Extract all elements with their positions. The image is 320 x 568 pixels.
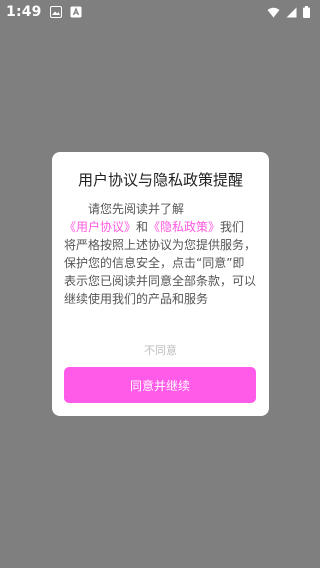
dialog-body: 请您先阅读并了解《用户协议》和《隐私政策》我们将严格按照上述协议为您提供服务，保… (64, 200, 256, 308)
body-conjunction: 和 (136, 220, 149, 234)
accept-button[interactable]: 同意并继续 (64, 367, 256, 403)
status-time: 1:49 (6, 4, 42, 20)
gallery-icon (49, 6, 62, 18)
signal-icon (286, 7, 297, 18)
status-left: 1:49 (6, 4, 82, 20)
font-icon (70, 6, 82, 18)
status-bar: 1:49 (0, 0, 320, 24)
privacy-policy-link[interactable]: 《隐私政策》 (148, 220, 220, 234)
dialog-title: 用户协议与隐私政策提醒 (77, 171, 243, 189)
status-right (267, 6, 310, 18)
body-prefix: 请您先阅读并了解 (88, 202, 185, 216)
battery-icon (303, 6, 310, 18)
wifi-icon (267, 7, 280, 18)
privacy-dialog: 用户协议与隐私政策提醒 请您先阅读并了解《用户协议》和《隐私政策》我们将严格按照… (52, 152, 269, 416)
decline-button[interactable]: 不同意 (52, 342, 269, 358)
user-agreement-link[interactable]: 《用户协议》 (64, 220, 136, 234)
